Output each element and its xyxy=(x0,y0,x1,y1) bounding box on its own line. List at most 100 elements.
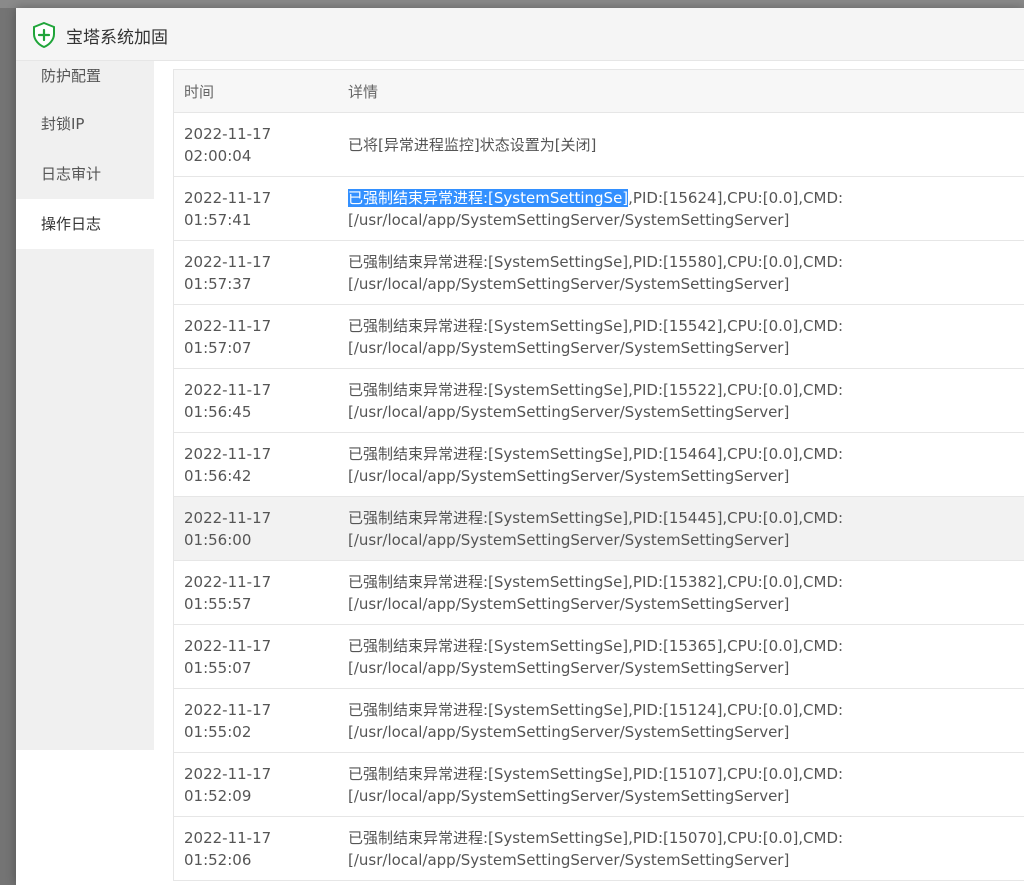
log-detail-cmd: [/usr/local/app/SystemSettingServer/Syst… xyxy=(348,274,790,293)
log-detail-cmd: [/usr/local/app/SystemSettingServer/Syst… xyxy=(348,594,790,613)
sidebar-item-operation-log[interactable]: 操作日志 xyxy=(16,199,154,249)
table-row: 2022-11-17 01:55:57 已强制结束异常进程:[SystemSetti… xyxy=(173,560,1024,625)
log-time-cell: 2022-11-17 01:52:09 xyxy=(173,752,338,817)
log-time-cell: 2022-11-17 01:57:41 xyxy=(173,176,338,241)
log-date: 2022-11-17 xyxy=(184,508,272,527)
sidebar-item-block-ip[interactable]: 封锁IP xyxy=(16,99,154,149)
sidebar-item-log-audit[interactable]: 日志审计 xyxy=(16,149,154,199)
log-time-cell: 2022-11-17 01:55:02 xyxy=(173,688,338,753)
log-detail-cell: 已强制结束异常进程:[SystemSettingSe],PID:[15070],… xyxy=(338,816,1024,881)
log-detail-line: 已强制结束异常进程:[SystemSettingSe],PID:[15124],… xyxy=(348,700,844,719)
table-row: 2022-11-17 01:55:02 已强制结束异常进程:[SystemSetti… xyxy=(173,688,1024,753)
log-date: 2022-11-17 xyxy=(184,764,272,783)
log-time-cell: 2022-11-17 02:00:04 xyxy=(173,112,338,177)
sidebar-item-protection-config[interactable]: 防护配置 xyxy=(16,61,154,99)
table-row: 2022-11-17 01:55:07 已强制结束异常进程:[SystemSetti… xyxy=(173,624,1024,689)
hardening-dialog: 宝塔系统加固 防护配置 封锁IP 日志审计 操作日志 时间 详情 2022-11… xyxy=(16,8,1024,885)
log-clock-time: 01:55:02 xyxy=(184,722,252,741)
log-detail-cell: 已将[异常进程监控]状态设置为[关闭] xyxy=(338,112,1024,177)
log-time-cell: 2022-11-17 01:55:57 xyxy=(173,560,338,625)
table-row: 2022-11-17 01:57:37 已强制结束异常进程:[SystemSetti… xyxy=(173,240,1024,305)
background-strip xyxy=(0,8,16,885)
log-detail-line: 已强制结束异常进程:[SystemSettingSe],PID:[15365],… xyxy=(348,636,844,655)
background-topbar xyxy=(0,0,1024,8)
log-time-cell: 2022-11-17 01:55:07 xyxy=(173,624,338,689)
log-time-cell: 2022-11-17 01:56:45 xyxy=(173,368,338,433)
column-header-time: 时间 xyxy=(173,69,338,113)
selected-text: 已强制结束异常进程:[SystemSettingSe] xyxy=(348,188,629,207)
log-detail-rest: ,PID:[15624],CPU:[0.0],CMD: xyxy=(628,188,844,207)
log-detail-cmd: [/usr/local/app/SystemSettingServer/Syst… xyxy=(348,210,790,229)
log-detail-line: 已强制结束异常进程:[SystemSettingSe],PID:[15624],… xyxy=(348,187,1024,209)
log-clock-time: 01:55:07 xyxy=(184,658,252,677)
table-row: 2022-11-17 01:52:09 已强制结束异常进程:[SystemSetti… xyxy=(173,752,1024,817)
column-header-detail: 详情 xyxy=(338,69,1024,113)
table-body: 2022-11-17 02:00:04 已将[异常进程监控]状态设置为[关闭] 202… xyxy=(173,112,1024,881)
log-time-cell: 2022-11-17 01:56:00 xyxy=(173,496,338,561)
sidebar-nav: 防护配置 封锁IP 日志审计 操作日志 xyxy=(16,61,154,750)
log-clock-time: 01:56:45 xyxy=(184,402,252,421)
log-detail-cell: 已强制结束异常进程:[SystemSettingSe],PID:[15522],… xyxy=(338,368,1024,433)
log-detail-cmd: [/usr/local/app/SystemSettingServer/Syst… xyxy=(348,338,790,357)
log-detail-cell: 已强制结束异常进程:[SystemSettingSe],PID:[15382],… xyxy=(338,560,1024,625)
log-detail-cell: 已强制结束异常进程:[SystemSettingSe],PID:[15464],… xyxy=(338,432,1024,497)
dialog-header[interactable]: 宝塔系统加固 xyxy=(16,8,1024,61)
log-clock-time: 02:00:04 xyxy=(184,146,252,165)
log-detail-cell: 已强制结束异常进程:[SystemSettingSe],PID:[15124],… xyxy=(338,688,1024,753)
log-clock-time: 01:55:57 xyxy=(184,594,252,613)
log-detail-line: 已强制结束异常进程:[SystemSettingSe],PID:[15107],… xyxy=(348,764,844,783)
log-detail-cmd: [/usr/local/app/SystemSettingServer/Syst… xyxy=(348,786,790,805)
log-detail-cell: 已强制结束异常进程:[SystemSettingSe],PID:[15624],… xyxy=(338,176,1024,241)
log-time-cell: 2022-11-17 01:57:37 xyxy=(173,240,338,305)
log-detail-line: 已强制结束异常进程:[SystemSettingSe],PID:[15070],… xyxy=(348,828,844,847)
log-detail-cell: 已强制结束异常进程:[SystemSettingSe],PID:[15365],… xyxy=(338,624,1024,689)
table-row: 2022-11-17 02:00:04 已将[异常进程监控]状态设置为[关闭] xyxy=(173,112,1024,177)
dialog-title: 宝塔系统加固 xyxy=(66,28,168,48)
log-detail-line: 已强制结束异常进程:[SystemSettingSe],PID:[15542],… xyxy=(348,316,844,335)
table-header-row: 时间 详情 xyxy=(173,69,1024,113)
log-date: 2022-11-17 xyxy=(184,444,272,463)
table-row: 2022-11-17 01:56:00 已强制结束异常进程:[SystemSetti… xyxy=(173,496,1024,561)
table-row: 2022-11-17 01:56:45 已强制结束异常进程:[SystemSetti… xyxy=(173,368,1024,433)
log-detail-line: 已强制结束异常进程:[SystemSettingSe],PID:[15445],… xyxy=(348,508,844,527)
table-row: 2022-11-17 01:57:07 已强制结束异常进程:[SystemSetti… xyxy=(173,304,1024,369)
log-date: 2022-11-17 xyxy=(184,188,272,207)
log-date: 2022-11-17 xyxy=(184,828,272,847)
log-detail-cell: 已强制结束异常进程:[SystemSettingSe],PID:[15107],… xyxy=(338,752,1024,817)
table-row: 2022-11-17 01:56:42 已强制结束异常进程:[SystemSetti… xyxy=(173,432,1024,497)
log-detail-cell: 已强制结束异常进程:[SystemSettingSe],PID:[15580],… xyxy=(338,240,1024,305)
log-clock-time: 01:52:06 xyxy=(184,850,252,869)
log-detail-cmd: [/usr/local/app/SystemSettingServer/Syst… xyxy=(348,530,790,549)
log-detail-cmd: [/usr/local/app/SystemSettingServer/Syst… xyxy=(348,466,790,485)
shield-icon xyxy=(33,22,55,48)
log-detail-line: 已强制结束异常进程:[SystemSettingSe],PID:[15464],… xyxy=(348,444,844,463)
log-clock-time: 01:57:37 xyxy=(184,274,252,293)
log-detail-cell: 已强制结束异常进程:[SystemSettingSe],PID:[15445],… xyxy=(338,496,1024,561)
operation-log-table: 时间 详情 2022-11-17 02:00:04 已将[异常进程监控]状态设置为[… xyxy=(173,69,1024,881)
log-clock-time: 01:56:42 xyxy=(184,466,252,485)
log-detail-cmd: [/usr/local/app/SystemSettingServer/Syst… xyxy=(348,850,790,869)
log-date: 2022-11-17 xyxy=(184,380,272,399)
log-detail-line: 已将[异常进程监控]状态设置为[关闭] xyxy=(348,135,597,154)
log-date: 2022-11-17 xyxy=(184,636,272,655)
log-detail-line: 已强制结束异常进程:[SystemSettingSe],PID:[15382],… xyxy=(348,572,844,591)
log-clock-time: 01:56:00 xyxy=(184,530,252,549)
log-clock-time: 01:57:41 xyxy=(184,210,252,229)
log-date: 2022-11-17 xyxy=(184,124,272,143)
log-clock-time: 01:52:09 xyxy=(184,786,252,805)
log-detail-line: 已强制结束异常进程:[SystemSettingSe],PID:[15522],… xyxy=(348,380,844,399)
log-detail-cmd: [/usr/local/app/SystemSettingServer/Syst… xyxy=(348,402,790,421)
log-content[interactable]: 时间 详情 2022-11-17 02:00:04 已将[异常进程监控]状态设置为[… xyxy=(173,69,1024,885)
log-clock-time: 01:57:07 xyxy=(184,338,252,357)
log-time-cell: 2022-11-17 01:56:42 xyxy=(173,432,338,497)
log-date: 2022-11-17 xyxy=(184,316,272,335)
log-detail-line: 已强制结束异常进程:[SystemSettingSe],PID:[15580],… xyxy=(348,252,844,271)
log-detail-cmd: [/usr/local/app/SystemSettingServer/Syst… xyxy=(348,658,790,677)
table-row: 2022-11-17 01:57:41 已强制结束异常进程:[SystemSetti… xyxy=(173,176,1024,241)
table-row: 2022-11-17 01:52:06 已强制结束异常进程:[SystemSetti… xyxy=(173,816,1024,881)
log-date: 2022-11-17 xyxy=(184,572,272,591)
log-detail-cell: 已强制结束异常进程:[SystemSettingSe],PID:[15542],… xyxy=(338,304,1024,369)
log-date: 2022-11-17 xyxy=(184,252,272,271)
log-detail-cmd: [/usr/local/app/SystemSettingServer/Syst… xyxy=(348,722,790,741)
log-time-cell: 2022-11-17 01:57:07 xyxy=(173,304,338,369)
